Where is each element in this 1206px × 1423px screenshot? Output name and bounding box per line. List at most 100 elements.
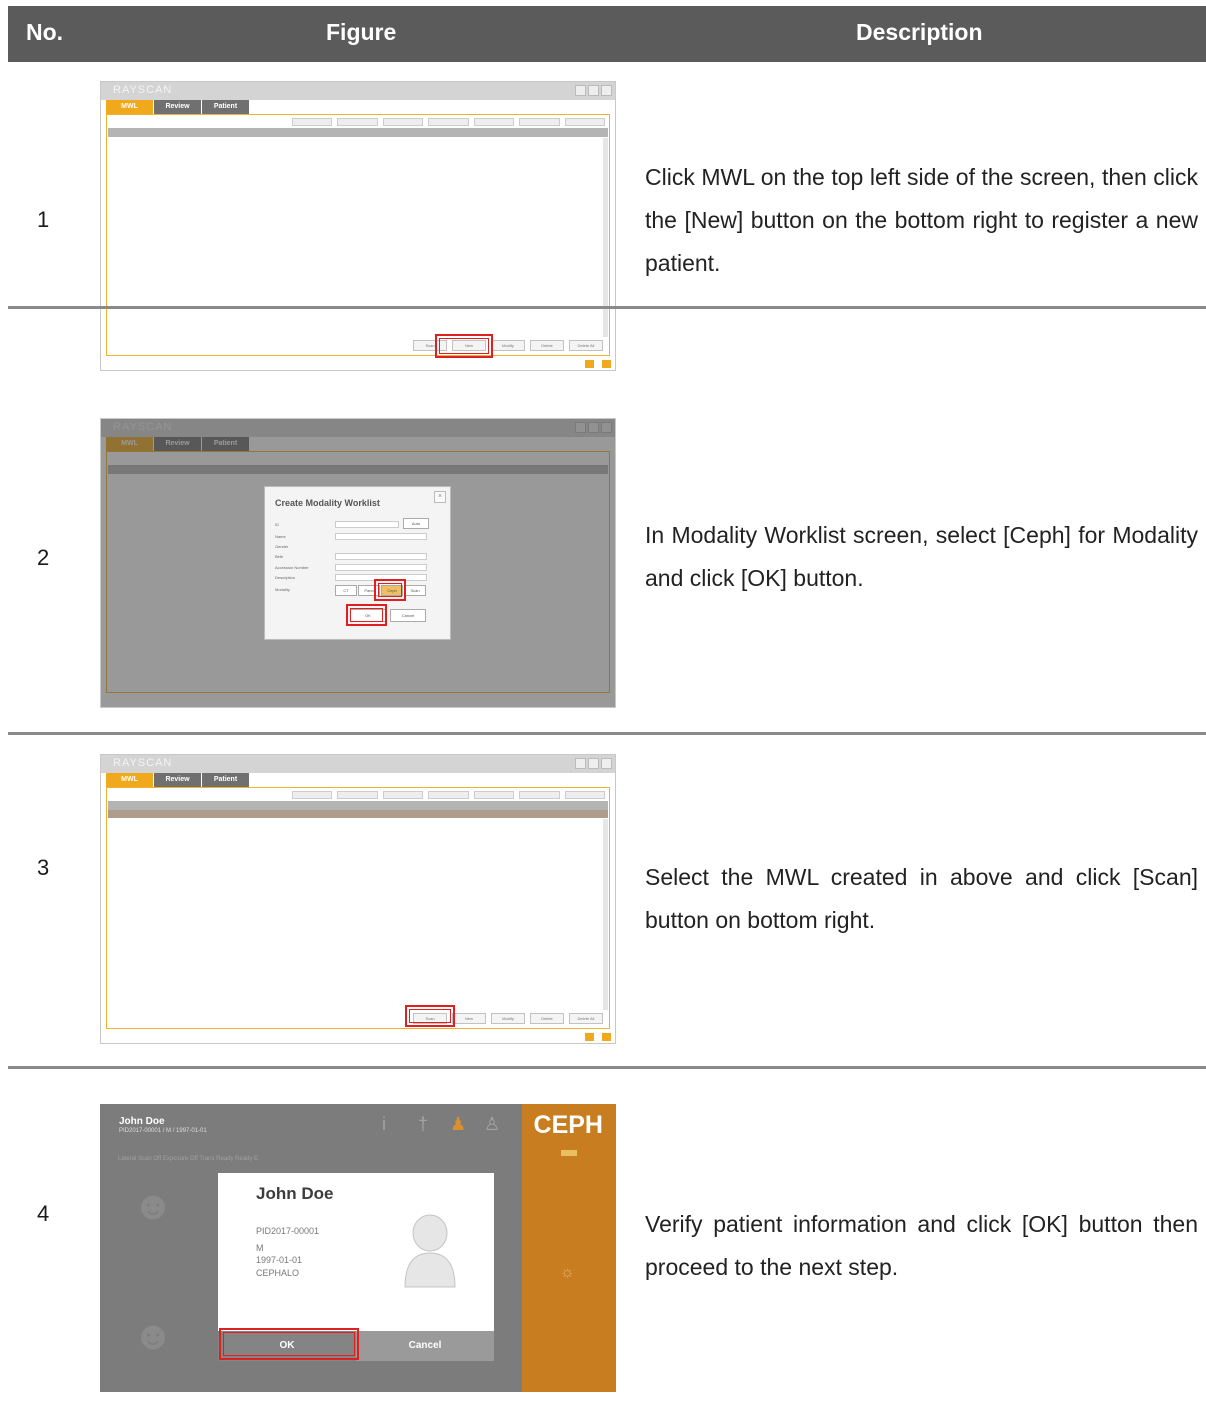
figure-icon: † [418,1114,429,1134]
field-label-id: ID [275,522,279,527]
figure-icon: i [382,1114,386,1134]
figure-icon: ♟ [450,1114,467,1134]
scrollbar [603,819,608,1010]
auto-button: Auto [403,518,429,529]
new-button: New [452,1013,486,1024]
cancel-button: Cancel [408,1340,442,1351]
modal-patient-modality: CEPHALO [256,1268,300,1278]
check-icon [585,1033,594,1041]
row-number: 3 [37,855,50,880]
scan-button-highlight [405,1005,455,1027]
worklist-panel: Scan New Modify Delete Delete All [106,787,610,1029]
minimize-icon [575,85,586,96]
modal-patient-gender: M [256,1243,264,1253]
maximize-icon [588,758,599,769]
row-description: Select the MWL created in above and clic… [645,864,1198,933]
row-separator [8,1066,1206,1069]
id-field [335,521,399,528]
close-icon: × [434,491,446,503]
check-icon [602,360,611,368]
tab-patient: Patient [202,773,250,787]
tab-review: Review [154,100,202,114]
tab-bar: MWL Review Patient [106,773,250,787]
gear-icon: ☼ [560,1264,575,1281]
field-label-description: Description [275,575,296,580]
avatar [404,1214,456,1288]
delete-button: Delete [530,1013,564,1024]
check-icon [602,1033,611,1041]
status-bar [585,1033,611,1041]
create-worklist-dialog: Create Modality Worklist × ID Auto Name … [264,486,451,640]
filter-bar [292,118,605,126]
field-label-birth: Birth [275,554,284,559]
title-bar: RAYSCAN [101,755,615,773]
modal-patient-id: PID2017-00001 [256,1226,320,1236]
delete-all-button: Delete All [569,340,603,351]
modify-button: Modify [491,1013,525,1024]
cancel-button: Cancel [390,609,426,622]
row-description: Click MWL on the top left side of the sc… [645,164,1198,276]
modal-patient-name: John Doe [256,1184,334,1203]
tab-review: Review [154,773,202,787]
header-description: Description [856,19,983,45]
row-separator [8,732,1206,735]
modal-patient-birth: 1997-01-01 [256,1255,303,1265]
modality-scan-button: Scan [404,585,426,596]
skull-icon: ☻ [132,1314,175,1358]
maximize-icon [588,85,599,96]
field-label-gender: Gender [275,544,289,549]
tab-patient: Patient [202,100,250,114]
selected-worklist-row [108,810,608,818]
worklist-column-header [108,128,608,137]
table-header: No. Figure Description [8,6,1206,62]
title-bar: RAYSCAN [101,82,615,100]
ok-highlight [346,604,387,626]
mode-sidebar: CEPH ☼ [522,1104,616,1392]
field-label-modality: Modality [275,587,290,592]
field-label-name: Name [275,534,286,539]
row-number: 1 [37,207,50,232]
tab-bar: MWL Review Patient [106,100,250,114]
delete-button: Delete [530,340,564,351]
modality-ct-button: CT [335,585,357,596]
patient-name: John Doe [119,1116,165,1127]
close-icon [601,758,612,769]
tab-mwl: MWL [106,100,154,114]
row-number: 2 [37,545,50,570]
modify-button: Modify [491,340,525,351]
accession-field [335,564,427,571]
mode-label: CEPH [533,1111,603,1139]
field-label-accession: Accession Number [275,565,309,570]
minimize-icon [575,758,586,769]
name-field [335,533,427,540]
header-no: No. [26,19,64,45]
status-line: Lateral Scan Off Exposure Off Trans Read… [118,1156,259,1162]
ok-highlight [219,1328,359,1360]
figure-icon: ♙ [484,1114,501,1134]
close-icon [601,85,612,96]
tooth-icon [561,1150,577,1156]
status-bar [585,360,611,368]
worklist-column-header [108,801,608,810]
mwl-screen-figure: RAYSCAN MWL Review Patient Scan New Modi… [100,81,616,371]
birth-field [335,553,427,560]
delete-all-button: Delete All [569,1013,603,1024]
row-description: In Modality Worklist screen, select [Cep… [645,522,1198,591]
ceph-highlight [374,579,406,601]
header-figure: Figure [326,19,397,45]
window-controls [575,85,612,96]
window-controls [575,758,612,769]
dialog-title: Create Modality Worklist [275,498,380,508]
check-icon [585,360,594,368]
patient-info: PID2017-00001 / M / 1997-01-01 [119,1128,207,1134]
row-description: Verify patient information and click [OK… [645,1211,1198,1280]
scan-selection-figure: RAYSCAN MWL Review Patient Scan New Modi… [100,754,616,1044]
create-worklist-figure: RAYSCAN MWL Review Patient Create Modali… [100,418,616,708]
filter-bar [292,791,605,799]
app-brand: RAYSCAN [113,757,173,769]
row-number: 4 [37,1201,50,1226]
new-button-highlight [435,334,493,358]
worklist-panel: Scan New Modify Delete Delete All [106,114,610,356]
tab-mwl: MWL [106,773,154,787]
skull-icon: ☻ [132,1184,175,1228]
